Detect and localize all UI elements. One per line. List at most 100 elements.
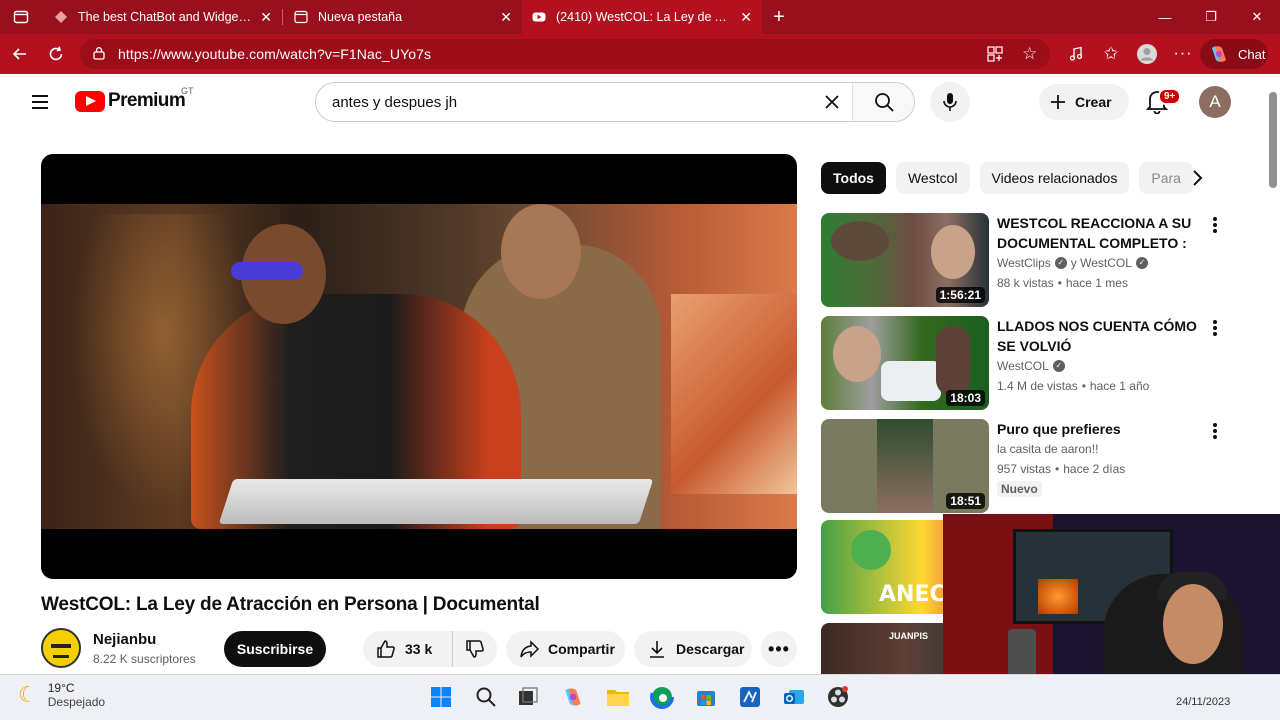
- moon-icon: ☾: [18, 682, 38, 707]
- subscribe-button[interactable]: Suscribirse: [224, 631, 326, 667]
- recommendation-stats: 88 k vistas • hace 1 mes: [997, 273, 1202, 293]
- new-tab-plus-icon[interactable]: +: [766, 4, 792, 30]
- file-explorer-icon[interactable]: [605, 684, 631, 710]
- recommendation-channel[interactable]: WestCOL ✓: [997, 356, 1202, 376]
- new-tab-favicon-icon: [294, 10, 308, 24]
- more-vertical-icon[interactable]: [1207, 215, 1223, 235]
- account-avatar[interactable]: A: [1199, 86, 1231, 118]
- create-button[interactable]: Crear: [1039, 84, 1129, 120]
- close-icon[interactable]: ✕: [260, 9, 272, 26]
- tab-title: The best ChatBot and Widgets for: [78, 10, 253, 24]
- tab-new-tab[interactable]: Nueva pestaña ✕: [284, 0, 522, 34]
- recommendation-title[interactable]: LLADOS NOS CUENTA CÓMO SE VOLVIÓ MULTIMI…: [997, 316, 1202, 356]
- more-vertical-icon[interactable]: [1207, 318, 1223, 338]
- reload-icon[interactable]: [43, 41, 69, 67]
- editor-app-icon[interactable]: [737, 684, 763, 710]
- country-code: GT: [181, 86, 194, 96]
- recommendation-item[interactable]: 18:03 LLADOS NOS CUENTA CÓMO SE VOLVIÓ M…: [821, 316, 1231, 410]
- recommendation-info: WESTCOL REACCIONA A SU DOCUMENTAL COMPLE…: [997, 213, 1202, 293]
- address-bar[interactable]: https://www.youtube.com/watch?v=F1Nac_UY…: [80, 39, 1050, 69]
- video-thumbnail[interactable]: 18:51: [821, 419, 989, 513]
- more-horizontal-icon: •••: [768, 638, 790, 659]
- weather-widget[interactable]: ☾ 19°C Despejado: [18, 681, 105, 709]
- copilot-taskbar-icon[interactable]: [560, 684, 586, 710]
- more-menu-icon[interactable]: ···: [1170, 41, 1196, 67]
- task-view-icon[interactable]: [515, 684, 541, 710]
- tab-title: (2410) WestCOL: La Ley de Atracci: [556, 10, 732, 24]
- chip-todos[interactable]: Todos: [821, 162, 886, 194]
- favorite-star-icon[interactable]: ☆: [1022, 44, 1037, 64]
- clear-search-icon[interactable]: [812, 83, 852, 121]
- dislike-button[interactable]: [453, 638, 497, 660]
- new-badge: Nuevo: [997, 481, 1042, 497]
- video-thumbnail[interactable]: 18:03: [821, 316, 989, 410]
- chip-westcol[interactable]: Westcol: [895, 162, 970, 194]
- voice-search-button[interactable]: [930, 82, 970, 122]
- windows-start-icon[interactable]: [428, 684, 454, 710]
- profile-icon[interactable]: [1134, 41, 1160, 67]
- microsoft-store-icon[interactable]: [693, 684, 719, 710]
- video-thumbnail[interactable]: 1:56:21: [821, 213, 989, 307]
- recommendation-stats: 1.4 M de vistas • hace 1 año: [997, 376, 1202, 396]
- video-duration: 18:03: [946, 390, 985, 406]
- taskbar-search-icon[interactable]: [473, 684, 499, 710]
- tab-divider: [282, 9, 283, 25]
- like-count: 33 k: [405, 641, 433, 657]
- weather-condition: Despejado: [47, 695, 106, 709]
- recommendation-title[interactable]: Puro que prefieres: [997, 419, 1202, 439]
- obs-studio-icon[interactable]: [825, 684, 851, 710]
- share-arrow-icon: [520, 640, 540, 658]
- minimize-icon[interactable]: —: [1142, 0, 1188, 34]
- channel-name[interactable]: Nejianbu: [93, 631, 156, 648]
- like-button[interactable]: 33 k: [363, 631, 453, 667]
- recommendation-channel[interactable]: la casita de aaron!!: [997, 439, 1202, 459]
- recommendation-info: Puro que prefieres la casita de aaron!! …: [997, 419, 1202, 498]
- chevron-right-icon[interactable]: [1185, 166, 1209, 190]
- browser-tab-bar: The best ChatBot and Widgets for ✕ Nueva…: [0, 0, 1280, 34]
- tab-chatbot[interactable]: The best ChatBot and Widgets for ✕: [44, 0, 282, 34]
- tab-youtube[interactable]: (2410) WestCOL: La Ley de Atracci ✕: [522, 0, 762, 34]
- window-close-icon[interactable]: ✕: [1234, 0, 1280, 34]
- close-icon[interactable]: ✕: [500, 9, 512, 26]
- more-actions-button[interactable]: •••: [761, 631, 797, 667]
- upload-age: hace 1 mes: [1065, 276, 1128, 290]
- outlook-icon[interactable]: [781, 684, 807, 710]
- search-button[interactable]: [852, 83, 914, 121]
- recommendation-info: LLADOS NOS CUENTA CÓMO SE VOLVIÓ MULTIMI…: [997, 316, 1202, 396]
- download-button[interactable]: Descargar: [634, 631, 752, 667]
- favorites-icon[interactable]: ✩: [1098, 41, 1124, 67]
- edge-browser-icon[interactable]: [649, 684, 675, 710]
- back-arrow-icon[interactable]: [7, 41, 33, 67]
- copilot-icon: [1212, 46, 1226, 62]
- channel-avatar[interactable]: [41, 628, 81, 668]
- search-input[interactable]: antes y despues jh: [316, 94, 812, 111]
- video-title: WestCOL: La Ley de Atracción en Persona …: [41, 594, 540, 615]
- more-vertical-icon[interactable]: [1207, 421, 1223, 441]
- menu-icon[interactable]: [29, 91, 51, 113]
- search-box[interactable]: antes y despues jh: [315, 82, 915, 122]
- chip-videos-relacionados[interactable]: Videos relacionados: [979, 162, 1130, 194]
- recommendation-item[interactable]: 18:51 Puro que prefieres la casita de aa…: [821, 419, 1231, 513]
- download-label: Descargar: [676, 641, 745, 657]
- view-count: 957 vistas: [997, 462, 1052, 476]
- scrollbar-thumb[interactable]: [1269, 92, 1277, 188]
- restore-icon[interactable]: ❐: [1188, 0, 1234, 34]
- channel-name: la casita de aaron!!: [997, 442, 1099, 456]
- logo-text: Premium: [108, 90, 186, 111]
- recommendation-channel[interactable]: WestClips ✓ y WestCOL ✓: [997, 253, 1202, 273]
- collab-channel-name: y WestCOL: [1070, 256, 1132, 270]
- youtube-header: Premium GT antes y despues jh Crear 9+ A: [5, 74, 1280, 130]
- recommendation-item[interactable]: 1:56:21 WESTCOL REACCIONA A SU DOCUMENTA…: [821, 213, 1231, 307]
- share-button[interactable]: Compartir: [506, 631, 625, 667]
- youtube-premium-logo[interactable]: Premium GT: [75, 86, 194, 112]
- app-available-icon[interactable]: [986, 45, 1004, 66]
- recommendation-title[interactable]: WESTCOL REACCIONA A SU DOCUMENTAL COMPLE…: [997, 213, 1202, 253]
- media-control-icon[interactable]: [1063, 41, 1089, 67]
- verified-check-icon: ✓: [1054, 257, 1067, 269]
- copilot-chat-button[interactable]: Chat: [1200, 39, 1268, 69]
- view-count: 1.4 M de vistas: [997, 379, 1078, 393]
- video-player[interactable]: [41, 154, 797, 579]
- close-icon[interactable]: ✕: [740, 9, 752, 26]
- site-info-icon[interactable]: [92, 46, 106, 63]
- tab-actions-icon[interactable]: [8, 4, 34, 30]
